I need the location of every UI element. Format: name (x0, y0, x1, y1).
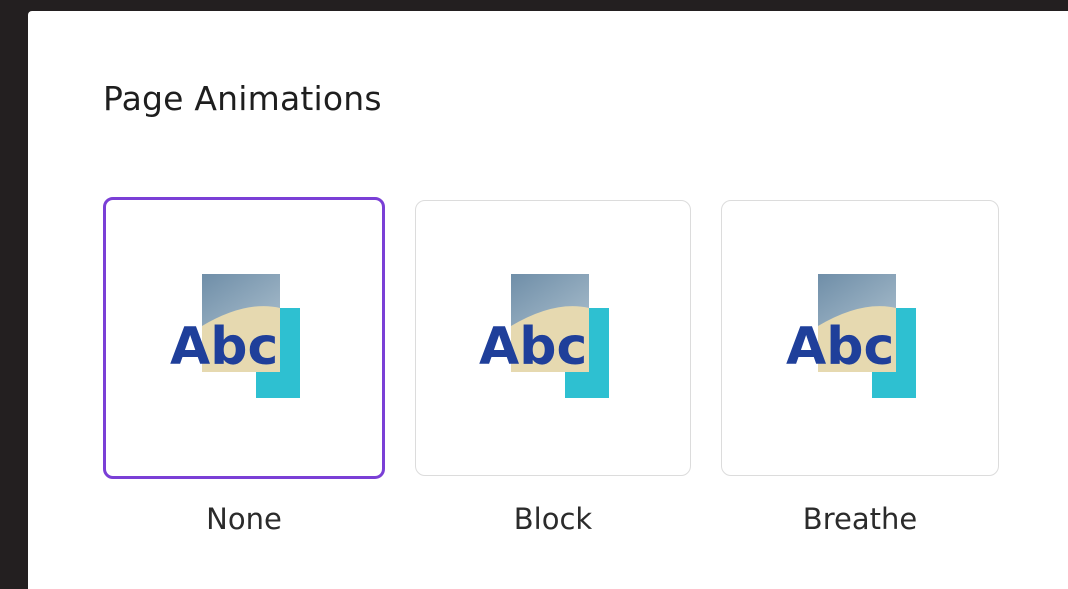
svg-text:Abc: Abc (786, 317, 894, 377)
animation-tile-block[interactable]: Abc (415, 200, 691, 476)
svg-text:Abc: Abc (170, 317, 278, 377)
animation-tile-breathe[interactable]: Abc (721, 200, 999, 476)
abc-thumbnail-icon: Abc (479, 274, 609, 398)
svg-text:Abc: Abc (479, 317, 587, 377)
animation-label-block: Block (513, 502, 593, 536)
animation-label-none: None (206, 502, 282, 536)
abc-thumbnail-icon: Abc (170, 274, 300, 398)
panel-title: Page Animations (103, 79, 382, 118)
abc-thumbnail-icon: Abc (786, 274, 916, 398)
animation-tile-none[interactable]: Abc (103, 197, 385, 479)
page-animations-panel: Page Animations Abc None Abc Block Abc B… (28, 11, 1068, 589)
animation-label-breathe: Breathe (802, 502, 918, 536)
